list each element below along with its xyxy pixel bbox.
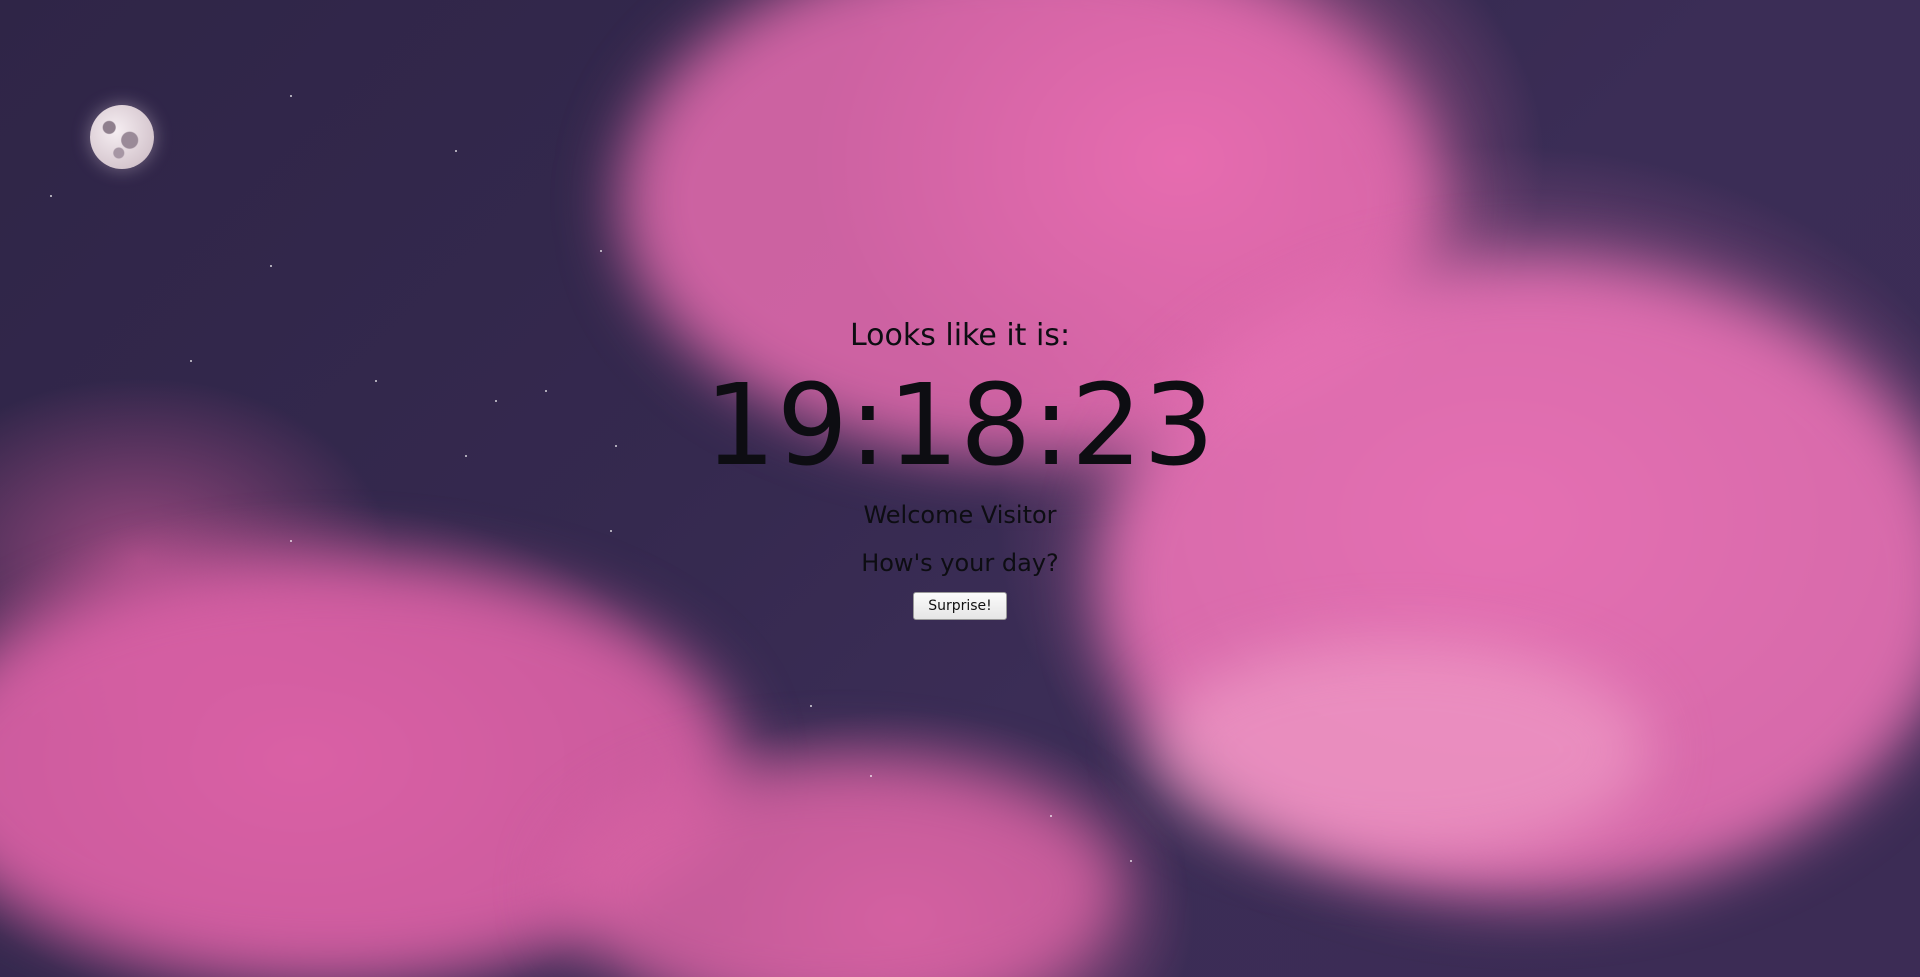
- moon-icon: [90, 105, 154, 169]
- star: [270, 265, 272, 267]
- intro-text: Looks like it is:: [849, 318, 1071, 353]
- star: [290, 95, 292, 97]
- star: [1050, 815, 1052, 817]
- greeting-text: Welcome Visitor: [863, 501, 1057, 529]
- digital-clock: 19:18:23: [704, 361, 1216, 491]
- star: [1130, 860, 1132, 862]
- star: [810, 705, 812, 707]
- star: [455, 150, 457, 152]
- clock-panel: Looks like it is: 19:18:23 Welcome Visit…: [0, 318, 1920, 620]
- surprise-button[interactable]: Surprise!: [913, 592, 1007, 620]
- star: [600, 250, 602, 252]
- star: [870, 775, 872, 777]
- star: [50, 195, 52, 197]
- cloud-shape: [1150, 640, 1650, 860]
- question-text: How's your day?: [861, 549, 1059, 577]
